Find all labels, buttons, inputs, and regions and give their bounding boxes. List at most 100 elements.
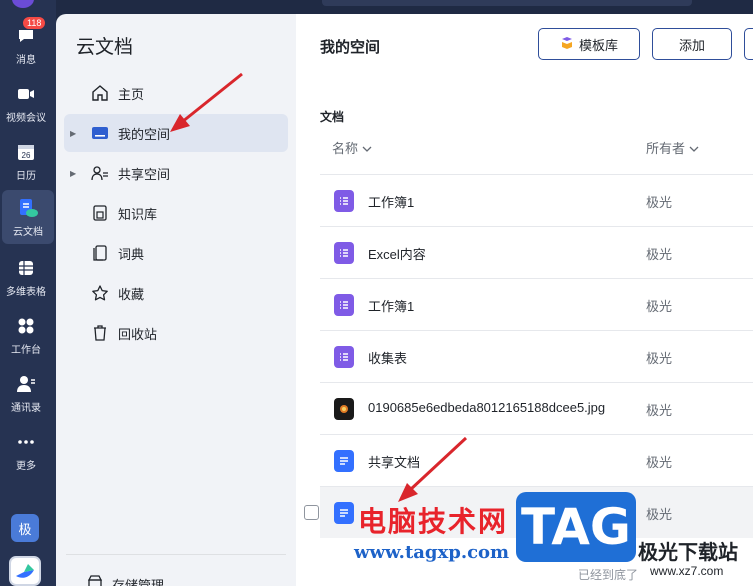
chevron-down-icon	[689, 141, 699, 156]
storage-icon	[86, 574, 104, 586]
expand-arrow-icon[interactable]: ▶	[70, 169, 82, 178]
home-icon	[90, 83, 110, 103]
nav-item-dictionary[interactable]: 词典	[64, 234, 288, 272]
rail-label: 工作台	[11, 344, 41, 356]
watermark: 电脑技术网 www.tagxp.com TAG 极光下载站 www.xz7.co…	[350, 488, 753, 586]
add-label: 添加	[678, 37, 705, 53]
rail-video-meeting[interactable]: 视频会议	[0, 76, 52, 130]
app-logo	[9, 556, 41, 586]
watermark-url: www.tagxp.com	[354, 542, 510, 563]
nav-label: 我的空间	[118, 126, 171, 142]
title-bar	[56, 0, 753, 14]
nav-item-trash[interactable]: 回收站	[64, 314, 288, 352]
storage-label: 存储管理	[112, 578, 165, 586]
file-owner: 极光	[646, 455, 673, 470]
rail-label: 更多	[16, 460, 36, 472]
divider	[66, 554, 286, 555]
file-row[interactable]: 工作簿1 极光	[320, 174, 753, 226]
nav-item-favorites[interactable]: 收藏	[64, 274, 288, 312]
nav-title: 云文档	[76, 37, 134, 58]
star-icon	[90, 283, 110, 303]
nav-label: 词典	[118, 246, 145, 262]
svg-text:26: 26	[22, 151, 31, 160]
rail-label: 通讯录	[11, 402, 41, 414]
trash-icon	[90, 323, 110, 343]
nav-item-home[interactable]: 主页	[64, 74, 288, 112]
rail-more[interactable]: 更多	[0, 424, 52, 478]
file-owner: 极光	[646, 195, 673, 210]
nav-item-my-space[interactable]: ▶ 我的空间	[64, 114, 288, 152]
search-bar[interactable]	[322, 0, 692, 6]
watermark-site-name: 极光下载站	[638, 540, 738, 564]
nav-label: 收藏	[118, 286, 145, 302]
doc-icon	[334, 450, 354, 472]
template-label: 模板库	[578, 37, 618, 53]
contacts-icon	[15, 373, 37, 395]
book-icon	[90, 203, 110, 223]
cloud-doc-icon	[17, 197, 39, 219]
nav-item-shared-space[interactable]: ▶ 共享空间	[64, 154, 288, 192]
file-row[interactable]: 0190685e6edbeda8012165188dcee5.jpg 极光	[320, 382, 753, 434]
template-library-button[interactable]: 模板库	[538, 28, 640, 60]
file-owner: 极光	[646, 247, 673, 262]
file-name: 0190685e6edbeda8012165188dcee5.jpg	[368, 400, 606, 415]
user-avatar[interactable]: 极	[11, 514, 39, 542]
sheet-icon	[334, 294, 354, 316]
nav-label: 主页	[118, 86, 145, 102]
file-row[interactable]: Excel内容 极光	[320, 226, 753, 278]
rail-label: 视频会议	[6, 112, 46, 124]
nav-label: 回收站	[118, 326, 158, 342]
docs-nav-panel: 云文档 主页 ▶ 我的空间 ▶ 共享空间 知识库 词典 收藏 回收站 存储管理	[56, 14, 296, 586]
video-icon	[15, 83, 37, 105]
watermark-title: 电脑技术网	[358, 505, 509, 538]
nav-label: 共享空间	[118, 166, 171, 182]
file-name: 工作簿1	[368, 299, 415, 314]
dictionary-icon	[90, 243, 110, 263]
rail-label: 日历	[16, 170, 36, 182]
more-icon	[15, 431, 37, 453]
users-icon	[90, 163, 110, 183]
rail-workbench[interactable]: 工作台	[0, 308, 52, 362]
file-owner: 极光	[646, 403, 673, 418]
nav-label: 知识库	[118, 206, 158, 222]
folder-icon	[90, 123, 110, 143]
nav-item-wiki[interactable]: 知识库	[64, 194, 288, 232]
file-row[interactable]: 共享文档 极光	[320, 434, 753, 486]
watermark-site-url: www.xz7.com	[650, 564, 724, 578]
section-title: 文档	[320, 110, 345, 124]
template-icon	[560, 36, 574, 53]
file-owner: 极光	[646, 299, 673, 314]
rail-calendar[interactable]: 26 日历	[0, 134, 52, 188]
sheet-icon	[334, 346, 354, 368]
column-header-name[interactable]: 名称	[332, 138, 372, 157]
page-title: 我的空间	[320, 39, 381, 56]
file-name: 收集表	[368, 351, 408, 366]
file-name: 工作簿1	[368, 195, 415, 210]
expand-arrow-icon[interactable]: ▶	[70, 129, 82, 138]
sheet-icon	[334, 242, 354, 264]
watermark-logo: TAG	[516, 492, 636, 562]
new-button[interactable]	[744, 28, 753, 60]
file-owner: 极光	[646, 351, 673, 366]
rail-contacts[interactable]: 通讯录	[0, 366, 52, 420]
add-button[interactable]: 添加	[652, 28, 732, 60]
file-name: Excel内容	[368, 247, 426, 262]
rail-bitable[interactable]: 多维表格	[0, 250, 52, 304]
file-row[interactable]: 收集表 极光	[320, 330, 753, 382]
left-rail: 消息 118 视频会议 26 日历 云文档 多维表格 工作台 通讯录 更多 极	[0, 0, 56, 586]
image-icon	[334, 398, 354, 420]
rail-cloud-docs[interactable]: 云文档	[2, 190, 54, 244]
profile-avatar[interactable]	[12, 0, 34, 8]
chevron-down-icon	[362, 141, 372, 156]
column-header-owner[interactable]: 所有者	[646, 138, 699, 157]
file-name: 共享文档	[368, 455, 421, 470]
row-checkbox[interactable]	[304, 505, 319, 520]
rail-label: 云文档	[13, 226, 43, 238]
calendar-icon: 26	[15, 141, 37, 163]
table-icon	[15, 257, 37, 279]
rail-label: 消息	[16, 54, 36, 66]
file-row[interactable]: 工作簿1 极光	[320, 278, 753, 330]
storage-management[interactable]: 存储管理	[86, 574, 164, 586]
rail-label: 多维表格	[6, 286, 46, 298]
workbench-icon	[15, 315, 37, 337]
